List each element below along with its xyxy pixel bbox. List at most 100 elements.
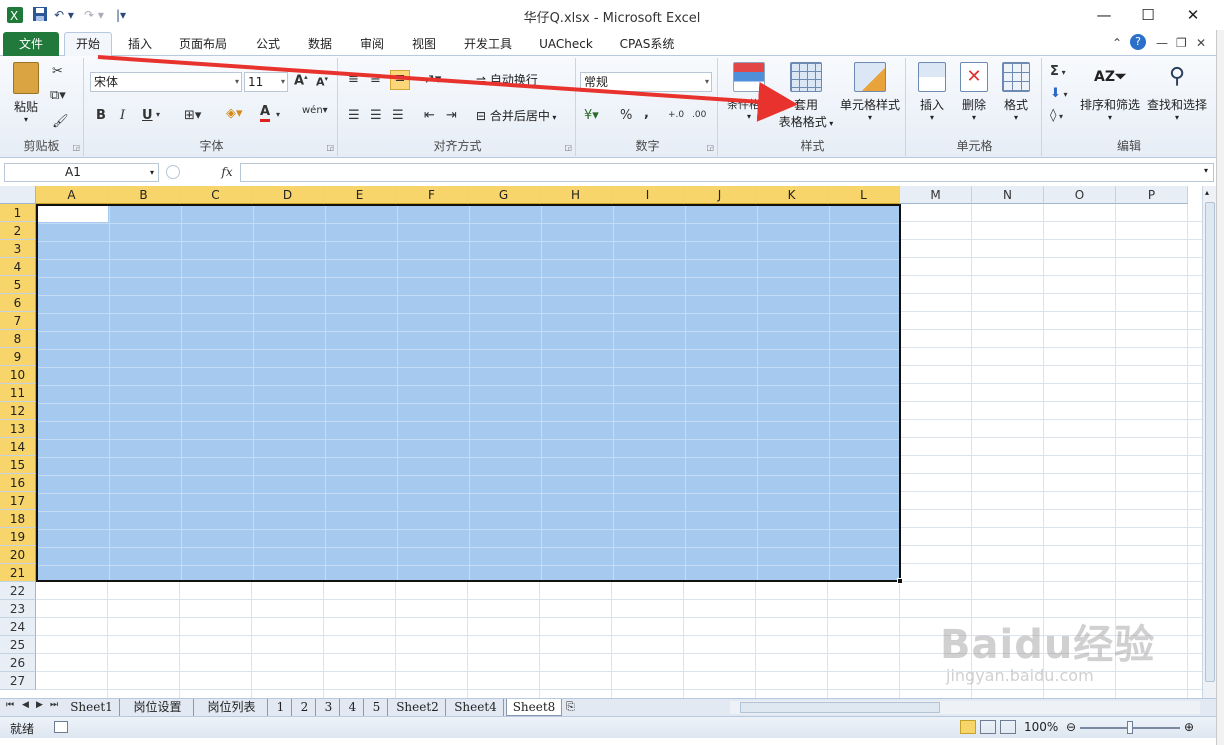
column-header[interactable]: M — [900, 186, 972, 204]
format-cells-button[interactable]: 格式 ▾ — [996, 62, 1036, 122]
decrease-decimal-button[interactable]: .00 — [692, 110, 706, 120]
column-header[interactable]: O — [1044, 186, 1116, 204]
paste-button[interactable]: 粘贴 ▾ — [6, 62, 46, 124]
align-center-icon[interactable]: ☰ — [370, 108, 382, 123]
row-header[interactable]: 3 — [0, 240, 36, 258]
selected-range[interactable] — [36, 204, 901, 582]
vertical-scroll-thumb[interactable] — [1205, 202, 1215, 682]
row-header[interactable]: 17 — [0, 492, 36, 510]
font-color-dropdown-icon[interactable]: ▾ — [276, 110, 280, 119]
sheet-tab[interactable]: 岗位设置 — [122, 699, 194, 716]
tab-insert[interactable]: 插入 — [120, 34, 160, 56]
fill-color-icon[interactable]: ◈▾ — [226, 106, 243, 121]
next-sheet-icon[interactable]: ▶ — [36, 700, 43, 710]
sheet-tab[interactable]: 岗位列表 — [196, 699, 268, 716]
tab-cpas[interactable]: CPAS系统 — [612, 34, 682, 56]
page-layout-view-icon[interactable] — [980, 720, 996, 734]
format-painter-icon[interactable]: 🖌 — [52, 114, 69, 129]
increase-decimal-button[interactable]: +.0 — [668, 110, 684, 120]
delete-cells-button[interactable]: ✕ 删除 ▾ — [954, 62, 994, 122]
align-bottom-icon[interactable]: ≡ — [390, 70, 410, 90]
macro-record-icon[interactable] — [54, 721, 68, 733]
row-header[interactable]: 7 — [0, 312, 36, 330]
sheet-tab[interactable]: 3 — [318, 699, 340, 716]
column-header[interactable]: A — [36, 186, 108, 204]
doc-close-icon[interactable]: ✕ — [1196, 36, 1206, 50]
number-format-combo[interactable]: 常规 ▾ — [580, 72, 712, 92]
row-header[interactable]: 9 — [0, 348, 36, 366]
scroll-up-icon[interactable]: ▴ — [1205, 188, 1209, 197]
name-box[interactable]: A1 ▾ — [4, 163, 159, 182]
comma-button[interactable]: , — [644, 106, 649, 121]
row-header[interactable]: 8 — [0, 330, 36, 348]
zoom-out-icon[interactable]: ⊖ — [1066, 720, 1076, 734]
maximize-button[interactable]: ☐ — [1133, 4, 1163, 26]
column-header[interactable]: I — [612, 186, 684, 204]
row-header[interactable]: 12 — [0, 402, 36, 420]
underline-button[interactable]: U — [142, 108, 153, 123]
column-header[interactable]: P — [1116, 186, 1188, 204]
formula-input[interactable] — [240, 163, 1214, 182]
merge-center-button[interactable]: ⊟ 合并后居中 ▾ — [476, 106, 556, 126]
increase-indent-icon[interactable]: ⇥ — [446, 108, 457, 123]
help-icon[interactable]: ? — [1130, 34, 1146, 50]
row-header[interactable]: 20 — [0, 546, 36, 564]
sheet-tab[interactable]: 2 — [294, 699, 316, 716]
conditional-formatting-button[interactable]: 条件格式 ▾ — [722, 62, 776, 121]
formula-bar-expand-icon[interactable] — [166, 165, 180, 179]
copy-icon[interactable]: ⧉▾ — [50, 88, 66, 103]
align-top-icon[interactable]: ≡ — [348, 72, 359, 87]
sheet-tab[interactable]: Sheet8 — [506, 699, 562, 716]
row-header[interactable]: 22 — [0, 582, 36, 600]
insert-function-button[interactable]: fx — [216, 163, 238, 182]
row-header[interactable]: 26 — [0, 654, 36, 672]
prev-sheet-icon[interactable]: ◀ — [22, 700, 29, 710]
column-header[interactable]: L — [828, 186, 900, 204]
sheet-tab[interactable]: 1 — [270, 699, 292, 716]
borders-icon[interactable]: ⊞▾ — [184, 108, 201, 123]
underline-dropdown-icon[interactable]: ▾ — [156, 110, 160, 119]
vertical-scrollbar[interactable]: ▴ — [1202, 186, 1216, 698]
name-box-dropdown-icon[interactable]: ▾ — [150, 164, 154, 181]
row-header[interactable]: 2 — [0, 222, 36, 240]
new-sheet-icon[interactable]: ⎘ — [566, 700, 575, 714]
orientation-icon[interactable]: ↗▾ — [424, 72, 441, 87]
collapse-ribbon-icon[interactable]: ⌃ — [1112, 36, 1122, 50]
number-launcher-icon[interactable]: ◲ — [706, 143, 714, 152]
minimize-button[interactable]: — — [1089, 4, 1119, 26]
font-name-combo[interactable]: 宋体 ▾ — [90, 72, 242, 92]
row-header[interactable]: 4 — [0, 258, 36, 276]
row-header[interactable]: 1 — [0, 204, 36, 222]
zoom-slider-knob[interactable] — [1127, 721, 1133, 734]
align-middle-icon[interactable]: ≡ — [370, 72, 381, 87]
horizontal-scroll-thumb[interactable] — [740, 702, 940, 713]
sheet-tab[interactable]: Sheet1 — [64, 699, 120, 716]
cut-icon[interactable]: ✂ — [52, 64, 63, 79]
normal-view-icon[interactable] — [960, 720, 976, 734]
close-button[interactable]: ✕ — [1178, 4, 1208, 26]
font-size-combo[interactable]: 11 ▾ — [244, 72, 288, 92]
wrap-text-button[interactable]: ⇌ 自动换行 — [476, 70, 538, 90]
column-header[interactable]: F — [396, 186, 468, 204]
row-header[interactable]: 5 — [0, 276, 36, 294]
font-launcher-icon[interactable]: ◲ — [326, 143, 334, 152]
sheet-tab[interactable]: Sheet2 — [390, 699, 446, 716]
row-header[interactable]: 25 — [0, 636, 36, 654]
row-header[interactable]: 18 — [0, 510, 36, 528]
row-header[interactable]: 16 — [0, 474, 36, 492]
sort-filter-button[interactable]: AZ⏷ 排序和筛选 ▾ — [1080, 62, 1140, 122]
row-header[interactable]: 23 — [0, 600, 36, 618]
row-header[interactable]: 15 — [0, 456, 36, 474]
column-header[interactable]: K — [756, 186, 828, 204]
decrease-indent-icon[interactable]: ⇤ — [424, 108, 435, 123]
column-header[interactable]: J — [684, 186, 756, 204]
row-header[interactable]: 14 — [0, 438, 36, 456]
active-cell[interactable] — [36, 204, 108, 222]
column-header[interactable]: N — [972, 186, 1044, 204]
sheet-tab[interactable]: Sheet4 — [448, 699, 504, 716]
italic-button[interactable]: I — [120, 108, 125, 123]
fill-icon[interactable]: ⬇ ▾ — [1050, 86, 1067, 101]
fill-handle[interactable] — [897, 578, 903, 584]
phonetic-icon[interactable]: wén▾ — [302, 105, 328, 116]
clear-icon[interactable]: ◊ ▾ — [1050, 108, 1063, 123]
